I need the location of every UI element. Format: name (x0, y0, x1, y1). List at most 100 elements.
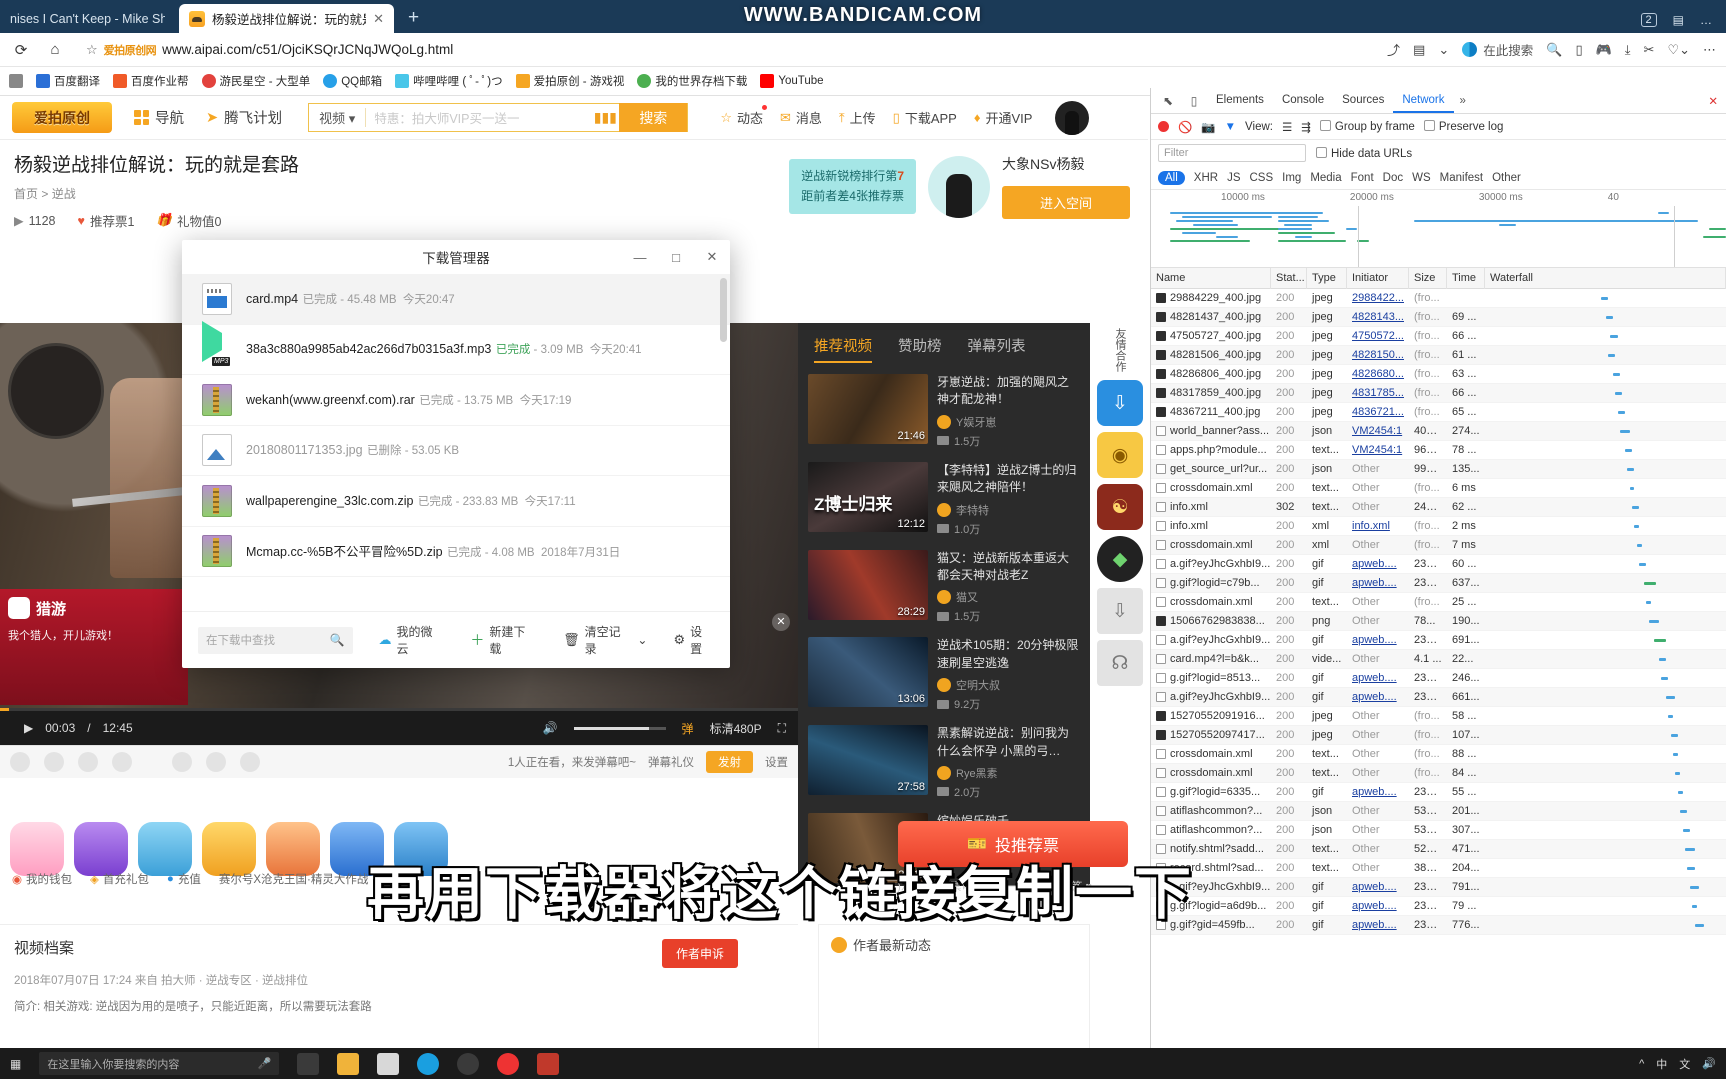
request-name[interactable]: 48281506_400.jpg (1170, 346, 1261, 365)
table-row[interactable]: info.xml 302 text... Other 240 B 62 ... (1151, 498, 1726, 517)
favorites-icon[interactable]: ♡⌄ (1667, 42, 1690, 58)
collect-icon[interactable] (172, 752, 192, 772)
table-row[interactable]: crossdomain.xml 200 xml Other (fro... 7 ms (1151, 536, 1726, 555)
close-icon[interactable]: ✕ (373, 11, 384, 27)
table-row[interactable]: 48286806_400.jpg 200 jpeg 4828680... (fro...… (1151, 365, 1726, 384)
filter-other[interactable]: Other (1492, 172, 1521, 184)
breadcrumb-category[interactable]: 逆战 (52, 187, 76, 201)
game-icon-2[interactable] (138, 822, 192, 876)
network-request-rows[interactable]: 29884229_400.jpg 200 jpeg 2988422... (fro...… (1151, 289, 1726, 1059)
filter-img[interactable]: Img (1282, 172, 1301, 184)
table-row[interactable]: record.shtml?sad... 200 text... Other 383 B 2… (1151, 859, 1726, 878)
list-item[interactable]: 27:58 黑素解说逆战：别问我为什么会怀孕 小黑的弓… Rye黑素 2.0万 (798, 721, 1090, 809)
request-name[interactable]: 48317859_400.jpg (1170, 384, 1261, 403)
ime-mode-icon[interactable]: 文 (1679, 1056, 1690, 1072)
bookmark-item-3[interactable]: QQ邮箱 (318, 71, 387, 91)
download-manager-dialog[interactable]: 下载管理器 — □ ✕ card.mp4 已完成 - 45.48 MB 今天20… (182, 240, 730, 668)
request-name[interactable]: 48286806_400.jpg (1170, 365, 1261, 384)
column-header-initiator[interactable]: Initiator (1347, 267, 1409, 289)
request-name[interactable]: crossdomain.xml (1170, 479, 1253, 498)
wallet-link[interactable]: ◉ 我的钱包 (12, 871, 72, 887)
filter-all[interactable]: All (1158, 170, 1185, 185)
file-name[interactable]: card.mp4 (246, 292, 298, 306)
file-name[interactable]: wekanh(www.greenxf.com).rar (246, 393, 415, 407)
table-row[interactable]: 15270552091916... 200 jpeg Other (fro... 58 .… (1151, 707, 1726, 726)
list-item[interactable]: Z博士归来 12:12 【李特特】逆战Z博士的归来飓风之神陪伴！ 李特特 1.0万 (798, 458, 1090, 546)
request-name[interactable]: record.shtml?sad... (1170, 859, 1264, 878)
filter-media[interactable]: Media (1310, 172, 1341, 184)
new-tab-button[interactable]: + (394, 7, 433, 33)
bookmark-item-4[interactable]: 哔哩哔哩 ( ﾟ- ﾟ)つ (390, 71, 507, 91)
download-box-icon[interactable]: ⇩ (1097, 588, 1143, 634)
edge-search-box[interactable]: 在此搜索 (1462, 40, 1533, 59)
tab-count-badge[interactable]: 2 (1640, 13, 1657, 27)
reading-view-icon[interactable]: ▤ (1413, 42, 1425, 58)
bookmark-item[interactable] (4, 72, 28, 90)
fullscreen-icon[interactable]: ⛶ (778, 721, 786, 736)
share-icon[interactable] (78, 752, 98, 772)
request-name[interactable]: info.xml (1170, 498, 1208, 517)
request-name[interactable]: card.mp4?l=b&k... (1170, 650, 1259, 669)
table-row[interactable]: g.gif?logid=c79b... 200 gif apweb.... 235 B 6… (1151, 574, 1726, 593)
games-icon[interactable]: 🎮 (1596, 42, 1612, 58)
enter-space-button[interactable]: 进入空间 (1002, 186, 1130, 219)
table-row[interactable]: notify.shtml?sadd... 200 text... Other 529 B… (1151, 840, 1726, 859)
table-row[interactable]: 15270552097417... 200 jpeg Other (fro... 107.… (1151, 726, 1726, 745)
bar-chart-icon[interactable]: ▮▮▮ (591, 109, 619, 126)
request-name[interactable]: 29884229_400.jpg (1170, 289, 1261, 308)
game-promo-link[interactable]: 赛尔号X沧克王国·精灵大作战 (219, 871, 369, 887)
request-name[interactable]: 48367211_400.jpg (1170, 403, 1260, 422)
tab-network[interactable]: Network (1393, 88, 1454, 113)
table-row[interactable]: a.gif?eyJhcGxhbI9... 200 gif apweb.... 235 B… (1151, 631, 1726, 650)
request-name[interactable]: crossdomain.xml (1170, 593, 1253, 612)
my-weiyun-button[interactable]: ☁ 我的微云 (379, 623, 445, 657)
filter-js[interactable]: JS (1227, 172, 1240, 184)
game-icon-4[interactable] (266, 822, 320, 876)
search-icon[interactable]: 🔍 (330, 633, 345, 647)
shield-download-icon[interactable]: ⇩ (1097, 380, 1143, 426)
download-icon[interactable]: ⤓ (1625, 42, 1631, 58)
request-name[interactable]: 47505727_400.jpg (1170, 327, 1261, 346)
request-name[interactable]: a.gif?eyJhcGxhbI9... (1170, 688, 1270, 707)
recharge-link[interactable]: ● 充值 (167, 871, 201, 887)
browser-tab-active[interactable]: 杨毅逆战排位解说：玩的就是套路_ ✕ (179, 4, 394, 33)
inspect-icon[interactable]: ⬉ (1155, 89, 1181, 113)
request-name[interactable]: notify.shtml?sadd... (1170, 840, 1264, 859)
screenshot-icon[interactable]: 📷 (1201, 120, 1215, 134)
settings-button[interactable]: ⚙ 设置 (673, 623, 714, 657)
maximize-button[interactable]: □ (658, 240, 694, 274)
cut-icon[interactable]: ✂ (1644, 42, 1655, 58)
video-title[interactable]: 逆战术105期：20分钟极限速刷星空逃逸 (937, 637, 1080, 672)
table-row[interactable]: a.gif?eyJhcGxhbI9... 200 gif apweb.... 235 B… (1151, 688, 1726, 707)
video-title[interactable]: 【李特特】逆战Z博士的归来飓风之神陪伴！ (937, 462, 1080, 497)
minimize-button[interactable]: — (622, 240, 658, 274)
table-row[interactable]: 48281506_400.jpg 200 jpeg 4828150... (fro...… (1151, 346, 1726, 365)
volume-icon[interactable]: 🔊 (543, 721, 558, 735)
filter-css[interactable]: CSS (1249, 172, 1273, 184)
game-icon-3[interactable] (202, 822, 256, 876)
list-item[interactable]: 28:29 猫又：逆战新版本重返大都会天神对战老Z 猫又 1.5万 (798, 546, 1090, 634)
column-header-size[interactable]: Size (1409, 267, 1447, 289)
video-title[interactable]: 黑素解说逆战：别问我为什么会怀孕 小黑的弓… (937, 725, 1080, 760)
record-icon[interactable] (1158, 121, 1169, 132)
filter-font[interactable]: Font (1351, 172, 1374, 184)
tray-expand-icon[interactable]: ^ (1639, 1058, 1644, 1070)
report-icon[interactable] (112, 752, 132, 772)
request-name[interactable]: g.gif?logid=c79b... (1170, 574, 1260, 593)
column-header-name[interactable]: Name (1151, 267, 1271, 289)
share-icon[interactable]: ⤴ (1387, 40, 1400, 59)
network-overview-timeline[interactable]: 10000 ms 20000 ms 30000 ms 40 (1151, 190, 1726, 268)
favorite-icon[interactable] (44, 752, 64, 772)
device-toolbar-icon[interactable]: ▯ (1181, 89, 1207, 113)
store-icon[interactable] (377, 1052, 400, 1075)
video-title[interactable]: 猫又：逆战新版本重返大都会天神对战老Z (937, 550, 1080, 585)
filter-icon[interactable]: ▼ (1225, 121, 1236, 133)
address-bar[interactable]: ☆ 爱拍原创网 www.aipai.com/c51/OjciKSQrJCNqJW… (78, 38, 1375, 62)
nav-download-app[interactable]: ▯ 下载APP (893, 108, 957, 127)
request-name[interactable]: get_source_url?ur... (1170, 460, 1267, 479)
tablet-icon[interactable]: ▯ (1575, 42, 1582, 58)
list-item[interactable]: 13:06 逆战术105期：20分钟极限速刷星空逃逸 空明大叔 9.2万 (798, 633, 1090, 721)
column-header-status[interactable]: Stat... (1271, 267, 1307, 289)
scrollbar-thumb[interactable] (720, 278, 727, 342)
nav-dongtai[interactable]: ☆ 动态 (720, 105, 767, 127)
